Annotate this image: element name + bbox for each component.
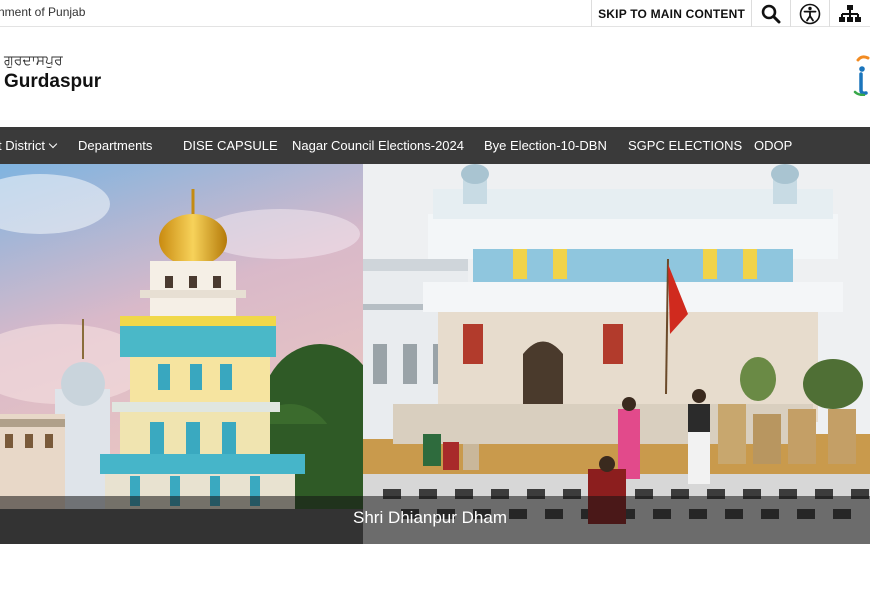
nav-dise-capsule[interactable]: DISE CAPSULE [183,127,278,164]
government-of-punjab-link[interactable]: nment of Punjab [0,5,85,19]
banner-caption: Shri Dhianpur Dham [352,508,507,527]
banner-image-gurdwara [0,164,363,544]
digital-india-logo[interactable] [852,54,870,96]
nav-nagar-council-elections[interactable]: Nagar Council Elections-2024 [292,127,464,164]
banner-caption-bar: Shri Dhianpur Dham [0,496,870,544]
top-utility-actions: SKIP TO MAIN CONTENT [591,0,870,27]
accessibility-icon [799,3,821,24]
nav-odop[interactable]: ODOP [754,127,792,164]
main-navigation: t District Departments DISE CAPSULE Naga… [0,127,870,164]
search-button[interactable] [751,0,790,27]
district-title-home-link[interactable]: Gurdaspur [4,71,101,93]
top-utility-bar: nment of Punjab SKIP TO MAIN CONTENT [0,0,870,27]
nav-bye-election[interactable]: Bye Election-10-DBN [484,127,607,164]
accessibility-button[interactable] [790,0,829,27]
nav-sgpc-elections[interactable]: SGPC ELECTIONS [628,127,742,164]
sitemap-button[interactable] [829,0,870,27]
chevron-down-icon [48,139,58,149]
nav-about-district[interactable]: t District [0,127,58,164]
district-title-punjabi: ਗੁਰਦਾਸਪੁਰ [4,52,63,68]
skip-to-main-content-link[interactable]: SKIP TO MAIN CONTENT [591,0,751,27]
banner-image-dhianpur-dham [363,164,870,544]
site-header: ਗੁਰਦਾਸਪੁਰ Gurdaspur [0,28,870,127]
nav-departments[interactable]: Departments [78,127,152,164]
sitemap-icon [839,4,861,22]
banner-slider[interactable]: Shri Dhianpur Dham [0,164,870,544]
nav-item-label: t District [0,138,45,153]
search-icon [761,4,781,23]
